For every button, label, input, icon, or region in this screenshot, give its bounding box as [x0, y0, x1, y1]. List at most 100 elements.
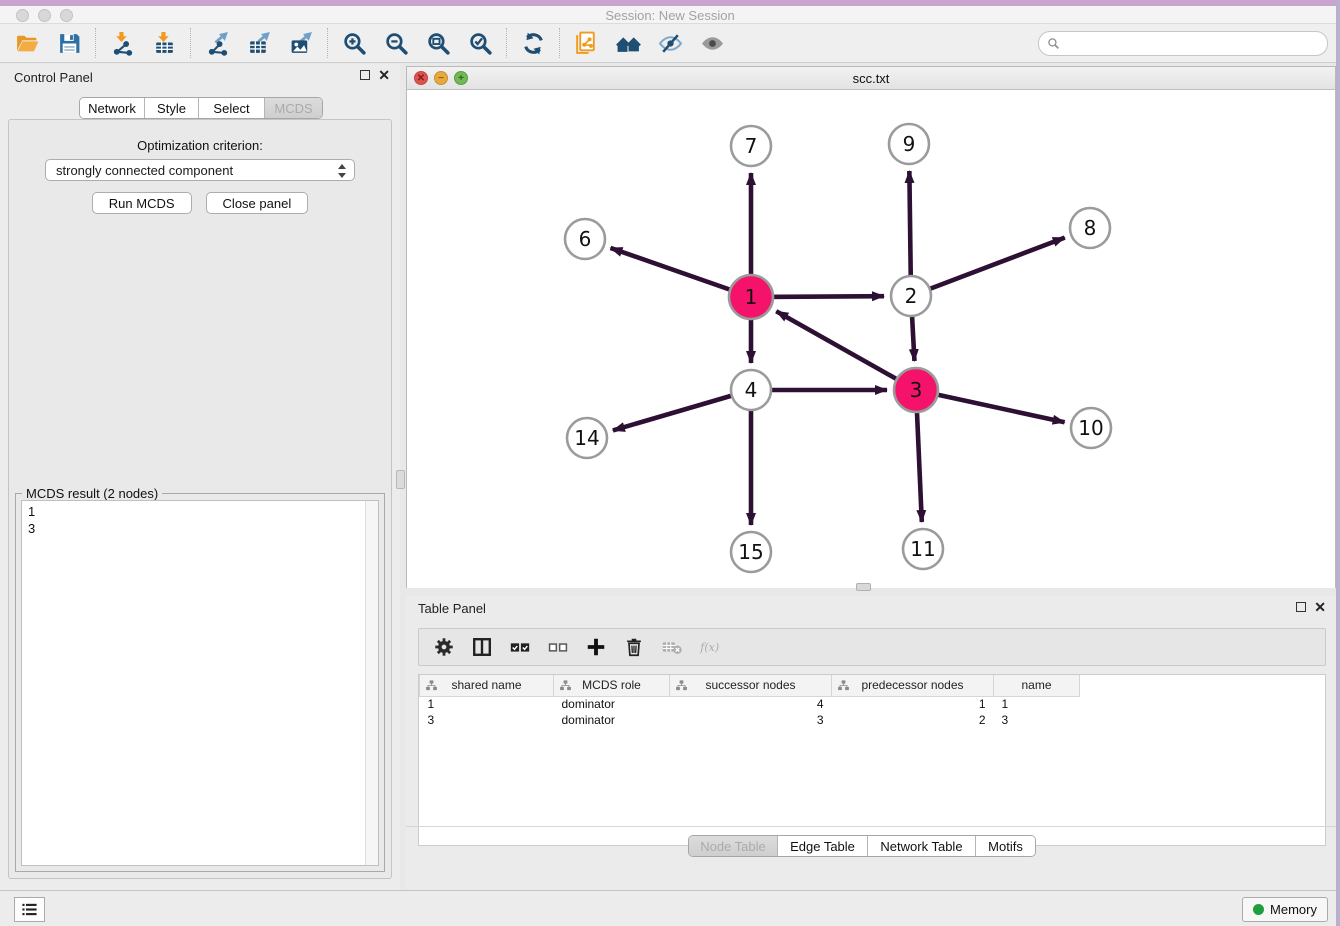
zoom-fit-button[interactable] [417, 26, 459, 60]
window-frame-top [0, 0, 1340, 6]
optimization-criterion-value: strongly connected component [56, 163, 233, 178]
deselect-all-icon [547, 636, 569, 658]
trash-icon [623, 636, 645, 658]
column-header-filler [1080, 675, 1326, 696]
tab-style[interactable]: Style [144, 98, 198, 118]
search-field[interactable] [1038, 31, 1328, 56]
view-maximize-button[interactable]: + [454, 71, 468, 85]
view-close-button[interactable]: ✕ [414, 71, 428, 85]
zoom-out-button[interactable] [375, 26, 417, 60]
add-column-button[interactable] [579, 632, 613, 662]
toolbar-separator [190, 28, 191, 58]
export-table-button[interactable] [238, 26, 280, 60]
memory-status-icon [1253, 904, 1264, 915]
float-panel-icon[interactable] [360, 70, 370, 80]
export-image-icon [289, 31, 314, 56]
new-network-from-selection-icon [574, 31, 599, 56]
tab-select[interactable]: Select [198, 98, 264, 118]
run-mcds-button[interactable]: Run MCDS [92, 192, 192, 214]
table-cell: 2 [832, 712, 994, 728]
column-header-predecessor-nodes[interactable]: predecessor nodes [832, 675, 994, 696]
search-input[interactable] [1065, 37, 1319, 51]
table-cell-filler [1080, 696, 1326, 712]
tab-mcds[interactable]: MCDS [264, 98, 322, 118]
save-session-button[interactable] [48, 26, 90, 60]
show-all-button[interactable] [691, 26, 733, 60]
column-header-shared-name[interactable]: shared name [420, 675, 554, 696]
mcds-result-box[interactable]: 1 3 [21, 500, 379, 866]
import-network-button[interactable] [101, 26, 143, 60]
deselect-all-rows-button[interactable] [541, 632, 575, 662]
toolbar-separator [506, 28, 507, 58]
graph-edge-4-14[interactable] [613, 390, 751, 430]
window-title: Session: New Session [0, 8, 1340, 23]
table-row[interactable]: 1dominator411 [420, 696, 1326, 712]
network-view-titlebar: ✕ − + scc.txt [407, 67, 1335, 90]
plus-icon [585, 636, 607, 658]
delete-table-button[interactable] [655, 632, 689, 662]
mcds-result-fieldset: MCDS result (2 nodes) 1 3 [15, 493, 385, 872]
float-panel-icon[interactable] [1296, 602, 1306, 612]
tab-motifs[interactable]: Motifs [975, 836, 1035, 856]
select-all-icon [509, 636, 531, 658]
graph-node-label-4: 4 [745, 378, 758, 402]
table-cell: 1 [832, 696, 994, 712]
table-tabs-band: Node TableEdge TableNetwork TableMotifs [406, 826, 1336, 864]
houses-icon [616, 31, 641, 56]
network-canvas[interactable]: 7968124314101511 [407, 90, 1335, 588]
graph-edge-2-8[interactable] [911, 238, 1065, 296]
optimization-criterion-select[interactable]: strongly connected component [45, 159, 355, 181]
network-graph: 7968124314101511 [407, 90, 1335, 588]
function-builder-button[interactable]: f(x) [693, 632, 727, 662]
zoom-in-button[interactable] [333, 26, 375, 60]
zoom-fit-icon [426, 31, 451, 56]
import-table-button[interactable] [143, 26, 185, 60]
new-network-from-selection-button[interactable] [565, 26, 607, 60]
graph-node-label-14: 14 [574, 426, 599, 450]
close-panel-icon[interactable]: ✕ [1314, 602, 1326, 612]
result-scrollbar[interactable] [365, 501, 378, 865]
table-settings-button[interactable] [427, 632, 461, 662]
table-toolbar: f(x) [418, 628, 1326, 666]
delete-column-button[interactable] [617, 632, 651, 662]
task-history-button[interactable] [14, 897, 45, 922]
graph-node-label-2: 2 [905, 284, 918, 308]
vertical-splitter-handle[interactable] [396, 470, 405, 489]
select-stepper-icon [336, 163, 347, 179]
close-panel-icon[interactable]: ✕ [378, 70, 390, 80]
column-header-mcds-role[interactable]: MCDS role [554, 675, 670, 696]
column-header-successor-nodes[interactable]: successor nodes [670, 675, 832, 696]
export-network-button[interactable] [196, 26, 238, 60]
table-cell: 3 [420, 712, 554, 728]
table-cell-filler [1080, 712, 1326, 728]
close-panel-button[interactable]: Close panel [206, 192, 309, 214]
mcds-result-label: MCDS result (2 nodes) [22, 486, 162, 501]
tab-network-table[interactable]: Network Table [867, 836, 975, 856]
tab-edge-table[interactable]: Edge Table [777, 836, 867, 856]
control-panel-title: Control Panel [14, 70, 93, 85]
horizontal-splitter-handle[interactable] [856, 583, 871, 591]
export-image-button[interactable] [280, 26, 322, 60]
export-network-icon [205, 31, 230, 56]
table-panel-title: Table Panel [418, 601, 486, 616]
tab-node-table[interactable]: Node Table [689, 836, 777, 856]
select-all-rows-button[interactable] [503, 632, 537, 662]
open-session-button[interactable] [6, 26, 48, 60]
table-row[interactable]: 3dominator323 [420, 712, 1326, 728]
zoom-selected-button[interactable] [459, 26, 501, 60]
first-neighbors-button[interactable] [607, 26, 649, 60]
tab-network[interactable]: Network [80, 98, 144, 118]
view-minimize-button[interactable]: − [434, 71, 448, 85]
column-header-name[interactable]: name [994, 675, 1080, 696]
hide-selected-button[interactable] [649, 26, 691, 60]
delete-table-icon [661, 636, 683, 658]
network-view-title: scc.txt [407, 67, 1335, 86]
toolbar-separator [327, 28, 328, 58]
graph-edge-3-1[interactable] [776, 311, 916, 390]
mcds-result-list: 1 3 [22, 501, 378, 539]
memory-button[interactable]: Memory [1242, 897, 1328, 922]
eye-slash-icon [658, 31, 683, 56]
toggle-panels-button[interactable] [465, 632, 499, 662]
refresh-icon [521, 31, 546, 56]
apply-layout-button[interactable] [512, 26, 554, 60]
